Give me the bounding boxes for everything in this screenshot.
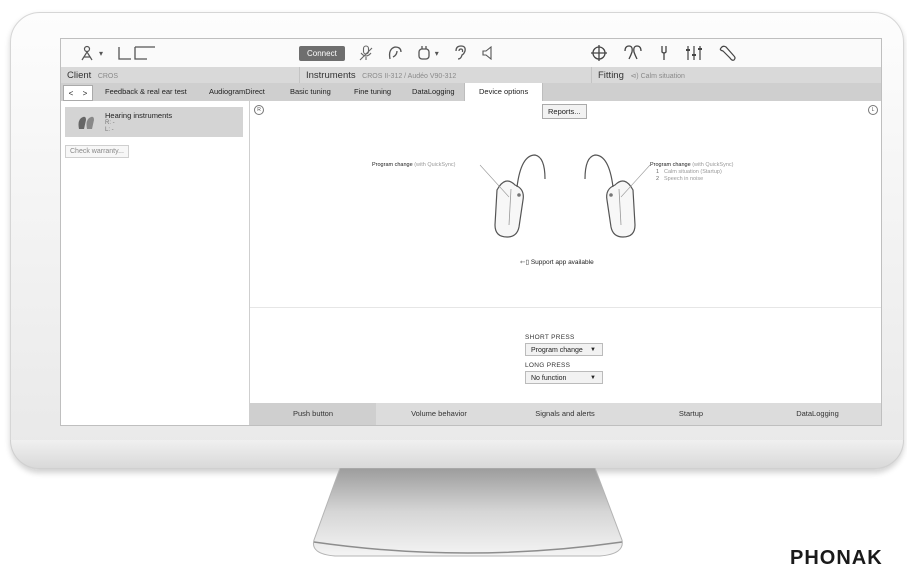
short-press-select[interactable]: Program change ▼ [525, 343, 603, 356]
reports-button[interactable]: Reports... [542, 104, 587, 119]
main-tab-bar: < > Feedback & real ear test AudiogramDi… [61, 83, 881, 101]
left-aid-callout-sub: (with QuickSync) [692, 162, 734, 168]
toolbar-center: Connect ▾ [299, 39, 493, 67]
long-press-select[interactable]: No function ▼ [525, 371, 603, 384]
program-list-item: 1 Calm situation (Startup) [656, 169, 733, 175]
hearing-aid-dropdown-icon[interactable]: ▾ [435, 49, 439, 58]
microphone-icon[interactable] [359, 45, 373, 61]
tab-nav-arrows: < > [63, 85, 93, 101]
remote-support-icon[interactable] [79, 45, 95, 61]
tuning-fork-icon[interactable] [659, 45, 669, 61]
program-number: 1 [656, 169, 660, 175]
connect-button[interactable]: Connect [299, 45, 345, 61]
client-label: Client [67, 70, 92, 81]
logo-mark-icon [117, 45, 159, 61]
check-warranty-button[interactable]: Check warranty... [65, 145, 129, 158]
sidebar: Hearing instruments R: - L: - Check warr… [61, 101, 250, 425]
long-press-value: No function [531, 375, 567, 382]
right-hearing-aid[interactable] [494, 154, 546, 238]
hearing-instruments-right: R: - [105, 120, 115, 126]
ears-icon[interactable] [623, 45, 643, 61]
hearing-instruments-icon [78, 116, 94, 129]
instruments-value: CROS II-312 / Audéo V90-312 [362, 73, 457, 80]
speaker-icon[interactable] [481, 46, 493, 60]
support-app-icon: ⇽▯ [520, 259, 530, 266]
nav-forward-icon[interactable]: > [83, 89, 88, 98]
fitting-section[interactable]: Fitting ⊲) Calm situation [591, 67, 881, 83]
bottom-tab-datalogging[interactable]: DataLogging [754, 403, 881, 425]
program-label: Calm situation (Startup) [664, 169, 722, 175]
hearing-instruments-left: L: - [105, 127, 114, 133]
tab-datalogging[interactable]: DataLogging [412, 83, 455, 101]
program-number: 2 [656, 176, 660, 182]
fitting-value: Calm situation [640, 73, 685, 80]
short-press-value: Program change [531, 347, 583, 354]
bottom-tab-push-button[interactable]: Push button [250, 403, 376, 425]
tab-device-options[interactable]: Device options [464, 83, 544, 101]
mixer-icon[interactable] [685, 45, 703, 61]
top-toolbar: ▾ Connect ▾ [61, 39, 881, 68]
short-press-label: SHORT PRESS [525, 334, 575, 341]
app-window: ▾ Connect ▾ Client CROS Instruments CROS… [60, 38, 882, 426]
section-divider [250, 307, 881, 308]
bottom-tab-signals-and-alerts[interactable]: Signals and alerts [502, 403, 628, 425]
client-section[interactable]: Client CROS [61, 67, 299, 83]
instruments-label: Instruments [306, 70, 356, 81]
hearing-aid-icon[interactable] [417, 45, 431, 61]
nav-back-icon[interactable]: < [69, 89, 74, 98]
hearing-aids-illustration [479, 154, 651, 238]
right-side-marker: R [254, 105, 264, 115]
left-side-marker: L [868, 105, 878, 115]
monitor-chin [10, 440, 904, 469]
target-icon[interactable] [591, 45, 607, 61]
dropdown-arrow-icon[interactable]: ▾ [99, 49, 103, 58]
client-value: CROS [97, 73, 119, 80]
left-aid-callout-main: Program change [650, 162, 691, 168]
monitor-stand [312, 468, 623, 557]
tab-fine-tuning[interactable]: Fine tuning [354, 83, 391, 101]
right-aid-callout-sub: (with QuickSync) [414, 162, 456, 168]
fitting-label: Fitting [598, 70, 624, 81]
device-options-panel: R L Reports... Program change (with Quic… [250, 101, 881, 425]
fitting-program-icon: ⊲) [630, 73, 639, 80]
left-hearing-aid[interactable] [584, 154, 636, 238]
hearing-instruments-card[interactable]: Hearing instruments R: - L: - [65, 107, 243, 137]
right-aid-callout-main: Program change [372, 162, 413, 168]
brand-logo: PHONAK [790, 547, 883, 569]
toolbar-left: ▾ [79, 39, 159, 67]
tab-audiogramdirect[interactable]: AudiogramDirect [209, 83, 265, 101]
instruments-section[interactable]: Instruments CROS II-312 / Audéo V90-312 [299, 67, 596, 83]
ear-icon[interactable] [453, 45, 467, 61]
long-press-label: LONG PRESS [525, 362, 571, 369]
bottom-tab-volume-behavior[interactable]: Volume behavior [376, 403, 502, 425]
support-app-notice: ⇽▯ Support app available [520, 258, 594, 266]
context-bar: Client CROS Instruments CROS II-312 / Au… [61, 67, 881, 83]
bottom-tab-bar: Push button Volume behavior Signals and … [250, 403, 881, 425]
support-app-text: Support app available [530, 259, 594, 266]
bottom-tab-startup[interactable]: Startup [628, 403, 754, 425]
tab-feedback-real-ear-test[interactable]: Feedback & real ear test [105, 83, 187, 101]
chevron-down-icon: ▼ [590, 347, 596, 353]
chevron-down-icon: ▼ [590, 375, 596, 381]
right-aid-callout: Program change (with QuickSync) [372, 162, 455, 168]
left-aid-callout: Program change (with QuickSync) 1 Calm si… [650, 162, 733, 182]
tab-basic-tuning[interactable]: Basic tuning [290, 83, 331, 101]
program-list-item: 2 Speech in noise [656, 176, 733, 182]
wrench-icon[interactable] [719, 45, 737, 61]
toolbar-right [591, 39, 737, 67]
receiver-icon[interactable] [387, 45, 403, 61]
hearing-instruments-title: Hearing instruments [105, 111, 173, 120]
program-label: Speech in noise [664, 176, 704, 182]
